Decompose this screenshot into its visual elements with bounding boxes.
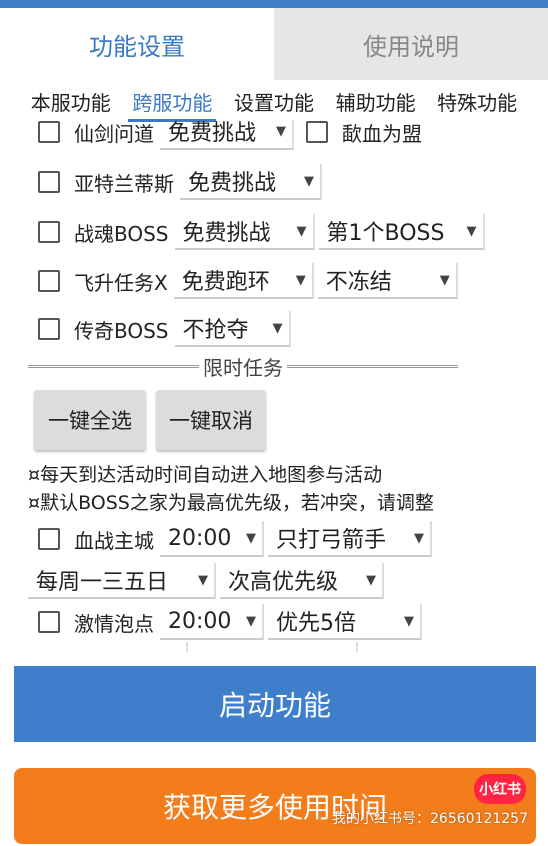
get-more-time-button[interactable]: 获取更多使用时间 (14, 768, 536, 844)
subtab-settings[interactable]: 设置功能 (234, 87, 314, 116)
select-value: 第1个BOSS (326, 221, 445, 246)
section-divider: 限时任务 (28, 352, 458, 380)
checkbox-xianjian[interactable] (38, 121, 60, 143)
label-xianjian: 仙剑问道 (74, 121, 154, 146)
select-jiqing-time[interactable]: 20:00 ▼ (160, 604, 264, 640)
dropdown-arrow-icon: ▼ (276, 123, 286, 139)
sub-tabs: 本服功能 跨服功能 设置功能 辅助功能 特殊功能 (0, 84, 548, 122)
select-zhanhun-mode[interactable]: 免费挑战 ▼ (174, 214, 315, 250)
select-xuezhan-priority[interactable]: 次高优先级 ▼ (220, 563, 384, 599)
select-feisheng-mode[interactable]: 免费跑环 ▼ (173, 263, 314, 299)
dropdown-arrow-icon: ▼ (404, 613, 414, 629)
label-yatelan: 亚特兰蒂斯 (74, 171, 174, 196)
dropdown-arrow-icon: ▼ (304, 173, 314, 189)
select-value: 免费挑战 (168, 121, 257, 146)
checkbox-jiqing[interactable] (38, 611, 60, 633)
divider-line (287, 364, 458, 368)
subtab-local-server[interactable]: 本服功能 (31, 87, 111, 116)
subtab-cross-server[interactable]: 跨服功能 (128, 87, 217, 122)
label-xuezhan: 血战主城 (74, 528, 154, 553)
tab-instructions[interactable]: 使用说明 (274, 8, 548, 80)
row-xianjian: 仙剑问道 免费挑战 ▼ 歃血为盟 (38, 120, 428, 152)
checkbox-zhanhun[interactable] (38, 221, 60, 243)
status-bar (0, 0, 548, 8)
select-feisheng-freeze[interactable]: 不冻结 ▼ (317, 263, 458, 299)
tab-function-settings[interactable]: 功能设置 (0, 8, 274, 80)
select-jiqing-priority[interactable] (192, 642, 358, 652)
label-zhanhun: 战魂BOSS (74, 221, 169, 246)
row-zhanhun: 战魂BOSS 免费挑战 ▼ 第1个BOSS ▼ (38, 212, 489, 252)
select-xianjian-mode[interactable]: 免费挑战 ▼ (160, 120, 294, 150)
xiaohongshu-logo: 小红书 (474, 774, 526, 804)
row-jiqing: 激情泡点 20:00 ▼ 优先5倍 ▼ (38, 602, 426, 642)
row-xuezhan-schedule: 每周一三五日 ▼ 次高优先级 ▼ (28, 561, 388, 601)
row-feisheng: 飞升任务Ⅹ 免费跑环 ▼ 不冻结 ▼ (38, 261, 462, 301)
select-xuezhan-target[interactable]: 只打弓箭手 ▼ (268, 521, 432, 557)
select-value: 优先5倍 (276, 611, 356, 636)
select-xuezhan-days[interactable]: 每周一三五日 ▼ (28, 563, 216, 599)
dropdown-arrow-icon: ▼ (246, 530, 256, 546)
select-all-button[interactable]: 一键全选 (34, 390, 146, 450)
label-chuanqi: 传奇BOSS (74, 318, 169, 343)
dropdown-arrow-icon: ▼ (272, 320, 283, 336)
divider-line (28, 364, 199, 368)
dropdown-arrow-icon: ▼ (246, 613, 256, 629)
select-value: 免费挑战 (182, 221, 271, 246)
row-jiqing-schedule (28, 640, 362, 652)
main-tabs: 功能设置 使用说明 (0, 8, 548, 80)
select-value: 20:00 (168, 525, 232, 551)
dropdown-arrow-icon: ▼ (366, 572, 376, 588)
checkbox-yatelan[interactable] (38, 171, 60, 193)
select-xuezhan-time[interactable]: 20:00 ▼ (160, 521, 264, 557)
scroll-content[interactable]: 仙剑问道 免费挑战 ▼ 歃血为盟 亚特兰蒂斯 免费挑战 ▼ 战魂BOSS 免费挑战 ▼… (0, 120, 548, 652)
checkbox-feisheng[interactable] (38, 270, 60, 292)
dropdown-arrow-icon: ▼ (466, 223, 477, 239)
dropdown-arrow-icon: ▼ (439, 272, 450, 288)
section-title: 限时任务 (203, 355, 283, 380)
note-priority: ¤默认BOSS之家为最高优先级，若冲突，请调整 (28, 492, 434, 514)
select-value: 只打弓箭手 (276, 528, 387, 553)
row-xuezhan: 血战主城 20:00 ▼ 只打弓箭手 ▼ (38, 519, 436, 559)
subtab-special[interactable]: 特殊功能 (437, 87, 517, 116)
label-feisheng: 飞升任务Ⅹ (74, 270, 168, 295)
label-shaxue: 歃血为盟 (342, 121, 422, 146)
row-yatelan: 亚特兰蒂斯 免费挑战 ▼ (38, 162, 326, 202)
select-jiqing-days[interactable] (28, 642, 188, 652)
select-value: 免费跑环 (181, 270, 270, 295)
note-auto-enter: ¤每天到达活动时间自动进入地图参与活动 (28, 464, 383, 486)
checkbox-chuanqi[interactable] (38, 318, 60, 340)
start-button[interactable]: 启动功能 (14, 666, 536, 742)
select-value: 20:00 (168, 608, 232, 634)
deselect-all-button[interactable]: 一键取消 (156, 390, 266, 450)
dropdown-arrow-icon: ▼ (296, 223, 307, 239)
select-zhanhun-boss[interactable]: 第1个BOSS ▼ (318, 214, 485, 250)
subtab-assist[interactable]: 辅助功能 (336, 87, 416, 116)
dropdown-arrow-icon: ▼ (198, 572, 208, 588)
checkbox-shaxue[interactable] (306, 121, 328, 143)
select-value: 免费挑战 (188, 171, 277, 196)
label-jiqing: 激情泡点 (74, 611, 154, 636)
watermark-text: 我的小红书号：26560121257 (332, 811, 528, 827)
select-yatelan-mode[interactable]: 免费挑战 ▼ (180, 164, 322, 200)
row-chuanqi: 传奇BOSS 不抢夺 ▼ (38, 309, 295, 349)
select-chuanqi-mode[interactable]: 不抢夺 ▼ (174, 311, 291, 347)
select-value: 次高优先级 (228, 570, 339, 595)
select-jiqing-mode[interactable]: 优先5倍 ▼ (268, 604, 422, 640)
select-value: 不冻结 (325, 270, 392, 295)
dropdown-arrow-icon: ▼ (295, 272, 306, 288)
dropdown-arrow-icon: ▼ (414, 530, 424, 546)
checkbox-xuezhan[interactable] (38, 528, 60, 550)
select-value: 每周一三五日 (36, 570, 169, 595)
select-value: 不抢夺 (182, 318, 249, 343)
